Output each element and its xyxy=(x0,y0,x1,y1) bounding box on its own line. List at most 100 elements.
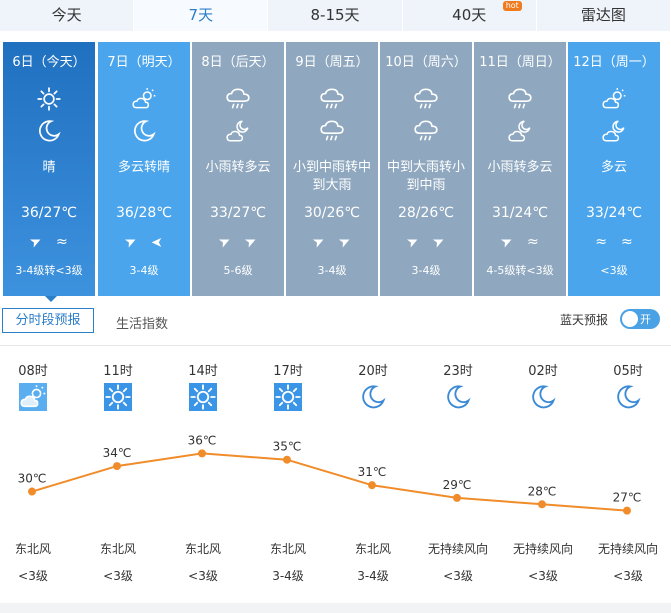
day-card[interactable]: 12日（周一） 多云 33/24℃ ≈ ≈ <3级 xyxy=(568,42,660,296)
tab-7days[interactable]: 7天 xyxy=(134,0,269,31)
tab-8-15days[interactable]: 8-15天 xyxy=(268,0,403,31)
wind-direction-icon: ➤ xyxy=(122,232,140,252)
hour-wind-direction: 东北风 xyxy=(99,542,136,556)
day-temp: 36/27℃ xyxy=(20,205,78,221)
day-desc: 中到大雨转小到中雨 xyxy=(386,160,465,193)
wind-direction-icon: ➤ xyxy=(430,232,448,252)
night-weather-icon xyxy=(507,118,533,148)
wind-direction-icon: ➤ xyxy=(498,232,516,252)
day-desc: 多云转晴 xyxy=(117,160,170,175)
day-temp: 33/24℃ xyxy=(585,205,643,221)
temperature-data-label: 29℃ xyxy=(443,478,472,492)
temperature-data-label: 35℃ xyxy=(273,440,302,454)
day-card[interactable]: 8日（后天） 小雨转多云 33/27℃ ➤ ➤ 5-6级 xyxy=(192,42,284,296)
rain-icon xyxy=(414,120,438,141)
temperature-line-chart: 30℃ 34℃ 36℃ 35℃ 31℃ 29℃ 28℃ 27℃ xyxy=(18,433,642,515)
tab-hourly-forecast[interactable]: 分时段预报 xyxy=(2,308,94,333)
moon-icon xyxy=(134,120,156,142)
day-wind-level: 3-4级 xyxy=(411,264,441,277)
rain-icon xyxy=(320,120,344,141)
cloudy-night-icon xyxy=(602,120,625,142)
hour-wind-level: <3级 xyxy=(18,569,48,583)
day-date: 10日（周六） xyxy=(385,55,467,70)
wind-direction-icon: ➤ xyxy=(242,232,260,252)
moon-icon xyxy=(447,385,471,409)
night-weather-icon xyxy=(413,118,439,148)
temperature-data-label: 28℃ xyxy=(528,484,557,498)
temperature-point xyxy=(453,493,461,502)
hot-badge: hot xyxy=(502,1,522,11)
tab-radar[interactable]: 雷达图 xyxy=(536,0,671,31)
day-weather-icon xyxy=(601,86,627,116)
temperature-data-label: 34℃ xyxy=(103,446,132,460)
day-wind-level: 3-4级 xyxy=(129,264,159,277)
wind-direction-icon: ➤ xyxy=(336,232,354,252)
hour-column: 14时 xyxy=(173,360,233,415)
tab-life-index[interactable]: 生活指数 xyxy=(116,313,168,332)
day-wind-level: 3-4级转<3级 xyxy=(15,264,83,277)
moon-icon xyxy=(617,385,641,409)
day-date: 8日（后天） xyxy=(201,55,275,70)
moon-icon xyxy=(532,385,556,409)
day-desc: 小雨转多云 xyxy=(205,160,271,175)
toggle-label: 开 xyxy=(640,313,651,326)
day-desc: 小到中雨转中到大雨 xyxy=(292,160,371,193)
temperature-data-label: 30℃ xyxy=(18,472,47,486)
temperature-point xyxy=(538,500,546,509)
active-pointer xyxy=(45,296,57,302)
wind-direction-icon: ≈ xyxy=(527,234,539,250)
tab-today[interactable]: 今天 xyxy=(0,0,135,31)
day-wind-level: 3-4级 xyxy=(317,264,347,277)
night-weather-icon xyxy=(319,118,345,148)
night-weather-icon xyxy=(601,118,627,148)
day-card[interactable]: 6日（今天） 晴 36/27℃ ➤ ≈ 3-4级转<3级 xyxy=(3,42,95,302)
day-date: 7日（明天） xyxy=(107,55,181,70)
daily-forecast: 6日（今天） 晴 36/27℃ ➤ ≈ 3-4级转<3级 7日（明天） 多云转晴… xyxy=(0,42,671,302)
partly-cloudy-icon xyxy=(132,88,156,109)
rain-icon xyxy=(320,88,344,109)
day-card[interactable]: 9日（周五） 小到中雨转中到大雨 30/26℃ ➤ ➤ 3-4级 xyxy=(286,42,378,296)
hour-wind-level: <3级 xyxy=(613,569,643,583)
hour-weather-icon xyxy=(258,383,318,415)
blue-sky-forecast-label: 蓝天预报 xyxy=(560,313,609,327)
moon-icon xyxy=(362,385,386,409)
day-card[interactable]: 11日（周日） 小雨转多云 31/24℃ ➤ ≈ 4-5级转<3级 xyxy=(474,42,566,296)
night-weather-icon xyxy=(225,118,251,148)
hour-column: 23时 xyxy=(428,360,488,415)
moon-icon xyxy=(39,120,61,142)
hour-wind-direction: 东北风 xyxy=(14,542,51,556)
day-temp: 33/27℃ xyxy=(209,205,267,221)
day-desc: 小雨转多云 xyxy=(487,160,553,175)
hour-wind-level: 3-4级 xyxy=(272,569,304,583)
day-weather-icon xyxy=(36,86,62,116)
wind-direction-icon: ➤ xyxy=(216,232,234,252)
partly-cloudy-icon xyxy=(19,383,47,411)
day-wind-level: <3级 xyxy=(600,264,628,277)
day-weather-icon xyxy=(507,86,533,116)
hour-column: 11时 xyxy=(88,360,148,415)
hour-wind-direction: 东北风 xyxy=(184,542,221,556)
cloudy-night-icon xyxy=(226,120,249,142)
blue-sky-toggle[interactable]: 开 xyxy=(620,309,660,329)
day-weather-icon xyxy=(413,86,439,116)
rain-icon xyxy=(508,88,532,109)
wind-direction-icon: ➤ xyxy=(27,232,45,252)
sunny-icon xyxy=(37,87,61,111)
wind-direction-icons: ➤ ➤ xyxy=(192,232,284,252)
temperature-data-label: 27℃ xyxy=(613,491,642,505)
temperature-point xyxy=(198,449,206,458)
hour-weather-icon xyxy=(428,383,488,415)
day-desc: 晴 xyxy=(42,160,56,175)
wind-direction-icon: ➤ xyxy=(310,232,328,252)
tab-40days[interactable]: 40天 hot xyxy=(402,0,537,31)
bottom-bar xyxy=(0,603,671,613)
day-card[interactable]: 7日（明天） 多云转晴 36/28℃ ➤ ➤ 3-4级 xyxy=(98,42,190,296)
day-temp: 36/28℃ xyxy=(115,205,173,221)
rain-icon xyxy=(226,88,250,109)
hour-column: 17时 xyxy=(258,360,318,415)
hour-time: 11时 xyxy=(103,364,133,379)
wind-direction-icon: ➤ xyxy=(151,234,163,250)
day-card[interactable]: 10日（周六） 中到大雨转小到中雨 28/26℃ ➤ ➤ 3-4级 xyxy=(380,42,472,296)
hour-wind-direction: 无持续风向 xyxy=(512,542,573,556)
partly-cloudy-icon xyxy=(602,88,626,109)
